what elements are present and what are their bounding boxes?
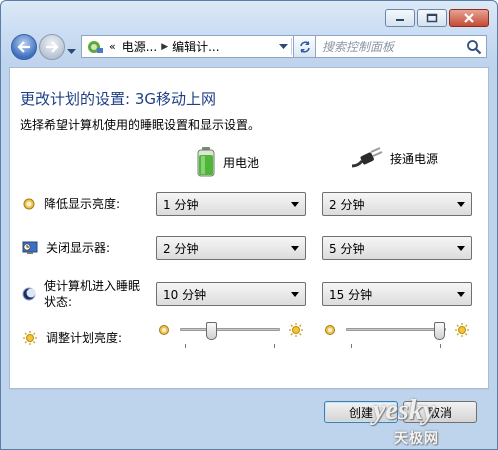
dim-display-icon bbox=[23, 198, 35, 210]
search-icon[interactable] bbox=[466, 39, 482, 55]
chevron-down-icon bbox=[67, 49, 76, 54]
battery-icon bbox=[197, 147, 215, 177]
recent-pages-dropdown[interactable] bbox=[67, 44, 76, 58]
slider-thumb[interactable] bbox=[206, 322, 217, 340]
breadcrumb-overflow[interactable]: « bbox=[109, 40, 116, 53]
refresh-icon bbox=[300, 40, 310, 53]
brightness-plugged-slider[interactable] bbox=[346, 322, 446, 350]
search-input[interactable]: 搜索控制面板 bbox=[315, 35, 487, 58]
plugged-in-column-label: 接通电源 bbox=[390, 151, 439, 166]
selected-value: 10 分钟 bbox=[163, 287, 207, 302]
dim-display-battery-select[interactable]: 1 分钟 bbox=[156, 192, 306, 216]
display-off-icon bbox=[22, 241, 38, 254]
navigation-bar: « 电源... ▶ 编辑计... 搜索控制面板 bbox=[9, 33, 489, 61]
breadcrumb-separator-icon[interactable]: ▶ bbox=[161, 42, 168, 52]
slider-tick bbox=[274, 344, 275, 348]
sleep-label-line1: 使计算机进入睡眠 bbox=[44, 279, 141, 293]
slider-tick bbox=[185, 344, 186, 348]
divider bbox=[291, 38, 292, 55]
selected-value: 2 分钟 bbox=[163, 241, 199, 256]
sleep-row-label: 使计算机进入睡眠 状态: bbox=[22, 278, 140, 310]
minimize-button[interactable] bbox=[385, 9, 415, 27]
watermark-text: 天极网 bbox=[394, 431, 439, 447]
selected-value: 5 分钟 bbox=[329, 241, 365, 256]
dim-display-row-label: 降低显示亮度: bbox=[22, 196, 120, 212]
slider-thumb[interactable] bbox=[434, 322, 445, 340]
brightness-sun-icon bbox=[23, 331, 37, 345]
chevron-down-icon bbox=[457, 246, 465, 251]
brightness-high-icon bbox=[455, 323, 469, 337]
display-off-row-label: 关闭显示器: bbox=[22, 240, 110, 256]
sleep-label: 使计算机进入睡眠 状态: bbox=[44, 278, 140, 310]
sleep-battery-select[interactable]: 10 分钟 bbox=[156, 282, 306, 306]
breadcrumb-label: 电源... bbox=[121, 40, 158, 54]
address-dropdown-icon[interactable] bbox=[279, 44, 288, 50]
breadcrumb-edit-plan[interactable]: 编辑计... bbox=[172, 38, 219, 55]
selected-value: 1 分钟 bbox=[163, 197, 199, 212]
breadcrumb-power-options[interactable]: 电源... ▶ bbox=[122, 38, 172, 55]
close-button[interactable] bbox=[449, 9, 489, 27]
selected-value: 15 分钟 bbox=[329, 287, 373, 302]
slider-track bbox=[346, 328, 446, 331]
chevron-down-icon bbox=[457, 202, 465, 207]
chevron-down-icon bbox=[291, 246, 299, 251]
display-off-plugged-select[interactable]: 5 分钟 bbox=[322, 236, 472, 260]
minimize-icon bbox=[396, 19, 404, 21]
refresh-button[interactable] bbox=[293, 35, 317, 58]
brightness-high-icon bbox=[289, 323, 303, 337]
display-off-label: 关闭显示器: bbox=[46, 241, 111, 255]
sleep-plugged-select[interactable]: 15 分钟 bbox=[322, 282, 472, 306]
search-placeholder: 搜索控制面板 bbox=[322, 40, 395, 54]
slider-tick bbox=[440, 344, 441, 348]
control-panel-icon bbox=[88, 40, 103, 53]
dim-display-label: 降低显示亮度: bbox=[44, 197, 121, 211]
brightness-battery-slider[interactable] bbox=[180, 322, 280, 350]
slider-tick bbox=[351, 344, 352, 348]
battery-column-label: 用电池 bbox=[223, 155, 260, 170]
page-subtitle: 选择希望计算机使用的睡眠设置和显示设置。 bbox=[20, 118, 261, 132]
page-title: 更改计划的设置: 3G移动上网 bbox=[20, 90, 216, 108]
maximize-icon bbox=[426, 13, 438, 23]
selected-value: 2 分钟 bbox=[329, 197, 365, 212]
display-off-battery-select[interactable]: 2 分钟 bbox=[156, 236, 306, 260]
slider-track bbox=[180, 328, 280, 331]
chevron-down-icon bbox=[291, 202, 299, 207]
brightness-row-label: 调整计划亮度: bbox=[22, 330, 122, 346]
brightness-label: 调整计划亮度: bbox=[46, 331, 123, 345]
column-header-plugged-in: 接通电源 bbox=[350, 146, 438, 170]
footer-divider bbox=[9, 389, 489, 390]
control-panel-window: « 电源... ▶ 编辑计... 搜索控制面板 更改计划的设置: 3G移动上网 … bbox=[0, 0, 498, 450]
window-caption-buttons bbox=[385, 9, 489, 27]
sleep-label-line2: 状态: bbox=[44, 295, 73, 309]
dim-display-plugged-select[interactable]: 2 分钟 bbox=[322, 192, 472, 216]
chevron-down-icon bbox=[457, 292, 465, 297]
back-button[interactable] bbox=[11, 34, 37, 60]
settings-panel: 更改计划的设置: 3G移动上网 选择希望计算机使用的睡眠设置和显示设置。 用电池… bbox=[9, 67, 489, 389]
maximize-button[interactable] bbox=[417, 9, 447, 27]
chevron-down-icon bbox=[291, 292, 299, 297]
sleep-moon-icon bbox=[22, 287, 36, 301]
brightness-low-icon bbox=[325, 325, 335, 335]
address-bar[interactable]: « 电源... ▶ 编辑计... bbox=[81, 35, 311, 58]
column-header-battery: 用电池 bbox=[195, 146, 259, 178]
forward-button[interactable] bbox=[39, 34, 65, 60]
breadcrumb-label: 编辑计... bbox=[172, 40, 220, 54]
forward-arrow-icon bbox=[46, 41, 59, 53]
close-icon bbox=[464, 13, 474, 23]
brightness-low-icon bbox=[159, 325, 169, 335]
watermark-logo: yesky bbox=[373, 395, 436, 426]
back-arrow-icon bbox=[17, 41, 30, 53]
power-plug-icon bbox=[351, 147, 383, 168]
